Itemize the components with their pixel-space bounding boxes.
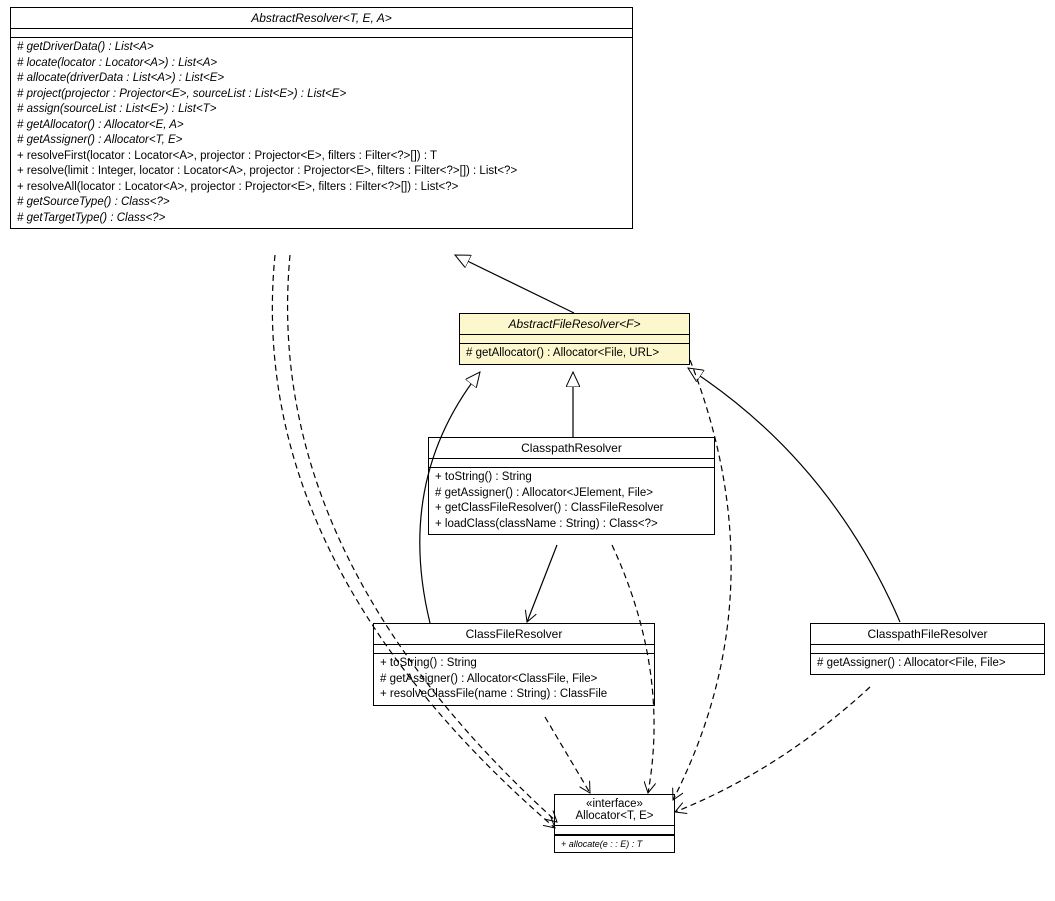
method: # getAllocator() : Allocator<E, A> — [17, 118, 626, 134]
class-allocator[interactable]: «interface» Allocator<T, E> + allocate(e… — [554, 794, 675, 853]
method: + getClassFileResolver() : ClassFileReso… — [435, 501, 708, 517]
method: # getDriverData() : List<A> — [17, 40, 626, 56]
method: + allocate(e : : E) : T — [561, 838, 668, 850]
method: # getSourceType() : Class<?> — [17, 195, 626, 211]
class-attrs-empty — [374, 645, 654, 654]
class-attrs-empty — [11, 29, 632, 38]
method: # getAssigner() : Allocator<T, E> — [17, 133, 626, 149]
class-title: «interface» Allocator<T, E> — [555, 795, 674, 826]
class-methods: + allocate(e : : E) : T — [555, 835, 674, 852]
class-name: Allocator<T, E> — [576, 810, 654, 822]
class-title: ClasspathResolver — [429, 438, 714, 459]
class-abstract-file-resolver[interactable]: AbstractFileResolver<F> # getAllocator()… — [459, 313, 690, 365]
class-title: AbstractResolver<T, E, A> — [11, 8, 632, 29]
class-attrs-empty — [460, 335, 689, 344]
method: # locate(locator : Locator<A>) : List<A> — [17, 56, 626, 72]
class-methods: # getAssigner() : Allocator<File, File> — [811, 654, 1044, 674]
class-title: ClasspathFileResolver — [811, 624, 1044, 645]
method: # getAssigner() : Allocator<ClassFile, F… — [380, 672, 648, 688]
class-title: AbstractFileResolver<F> — [460, 314, 689, 335]
method: # getTargetType() : Class<?> — [17, 211, 626, 227]
class-class-file-resolver[interactable]: ClassFileResolver + toString() : String … — [373, 623, 655, 706]
class-attrs-empty — [429, 459, 714, 468]
method: # allocate(driverData : List<A>) : List<… — [17, 71, 626, 87]
class-classpath-file-resolver[interactable]: ClasspathFileResolver # getAssigner() : … — [810, 623, 1045, 675]
method: + resolve(limit : Integer, locator : Loc… — [17, 164, 626, 180]
class-methods: + toString() : String # getAssigner() : … — [429, 468, 714, 534]
method: + resolveClassFile(name : String) : Clas… — [380, 687, 648, 703]
method: + resolveFirst(locator : Locator<A>, pro… — [17, 149, 626, 165]
stereotype: «interface» — [586, 798, 643, 810]
class-methods: + toString() : String # getAssigner() : … — [374, 654, 654, 705]
class-methods: # getAllocator() : Allocator<File, URL> — [460, 344, 689, 364]
class-methods: # getDriverData() : List<A> # locate(loc… — [11, 38, 632, 228]
method: + toString() : String — [380, 656, 648, 672]
method: + loadClass(className : String) : Class<… — [435, 517, 708, 533]
method: # project(projector : Projector<E>, sour… — [17, 87, 626, 103]
class-abstract-resolver[interactable]: AbstractResolver<T, E, A> # getDriverDat… — [10, 7, 633, 229]
method: # getAssigner() : Allocator<JElement, Fi… — [435, 486, 708, 502]
method: # getAllocator() : Allocator<File, URL> — [466, 346, 683, 362]
method: + resolveAll(locator : Locator<A>, proje… — [17, 180, 626, 196]
method: # assign(sourceList : List<E>) : List<T> — [17, 102, 626, 118]
class-classpath-resolver[interactable]: ClasspathResolver + toString() : String … — [428, 437, 715, 535]
class-attrs-empty — [555, 826, 674, 835]
method: # getAssigner() : Allocator<File, File> — [817, 656, 1038, 672]
class-title: ClassFileResolver — [374, 624, 654, 645]
method: + toString() : String — [435, 470, 708, 486]
class-attrs-empty — [811, 645, 1044, 654]
